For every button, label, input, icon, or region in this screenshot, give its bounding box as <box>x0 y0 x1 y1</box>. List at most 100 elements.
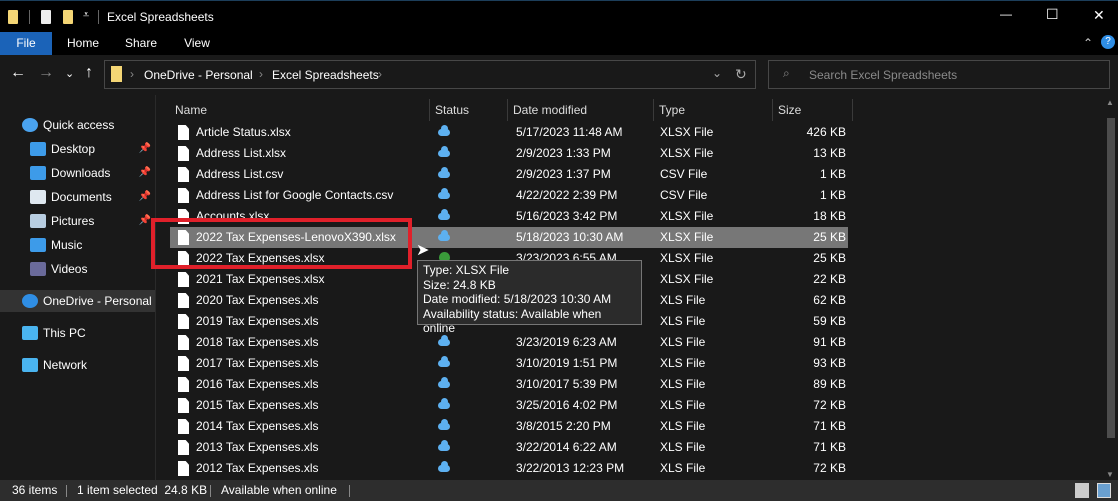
file-name: 2016 Tax Expenses.xls <box>196 377 319 391</box>
cloud-status-icon <box>438 125 450 136</box>
column-header-status[interactable]: Status <box>430 99 508 121</box>
sidebar-item-network[interactable]: Network <box>0 354 155 376</box>
file-row[interactable]: Address List.csv 2/9/2023 1:37 PM CSV Fi… <box>170 164 848 185</box>
sidebar-item-quick-access[interactable]: Quick access <box>0 114 155 136</box>
selection-info: 1 item selected 24.8 KB <box>77 483 208 497</box>
file-row[interactable]: 2012 Tax Expenses.xls 3/22/2013 12:23 PM… <box>170 458 848 479</box>
properties-icon[interactable] <box>41 10 51 24</box>
help-icon[interactable]: ? <box>1101 35 1115 49</box>
file-type: XLSX File <box>660 146 714 160</box>
file-date: 3/10/2019 1:51 PM <box>516 356 618 370</box>
file-size: 59 KB <box>813 314 846 328</box>
details-view-button[interactable] <box>1075 483 1089 498</box>
large-icons-view-button[interactable] <box>1097 483 1111 498</box>
collapse-ribbon-icon[interactable]: ⌃ <box>1083 36 1093 50</box>
pin-icon[interactable]: 📌 <box>139 210 151 232</box>
column-header-name[interactable]: Name <box>170 99 430 121</box>
minimize-button[interactable]: — <box>1000 7 1012 21</box>
download-icon <box>30 166 46 180</box>
pin-icon[interactable]: 📌 <box>139 138 151 160</box>
file-name: 2015 Tax Expenses.xls <box>196 398 319 412</box>
new-folder-icon[interactable] <box>63 10 73 24</box>
file-size: 18 KB <box>813 209 846 223</box>
file-name: 2017 Tax Expenses.xls <box>196 356 319 370</box>
sidebar-item-downloads[interactable]: Downloads 📌 <box>0 162 155 184</box>
file-icon <box>178 293 189 308</box>
file-name: 2021 Tax Expenses.xlsx <box>196 272 325 286</box>
file-type: XLS File <box>660 314 706 328</box>
maximize-button[interactable]: ☐ <box>1046 6 1059 23</box>
column-header-type[interactable]: Type <box>654 99 773 121</box>
tab-file[interactable]: File <box>0 32 52 55</box>
file-row[interactable]: 2013 Tax Expenses.xls 3/22/2014 6:22 AM … <box>170 437 848 458</box>
file-row[interactable]: 2017 Tax Expenses.xls 3/10/2019 1:51 PM … <box>170 353 848 374</box>
file-type: XLS File <box>660 356 706 370</box>
back-button[interactable]: ← <box>10 64 26 82</box>
sidebar-item-videos[interactable]: Videos <box>0 258 155 280</box>
sidebar-item-desktop[interactable]: Desktop 📌 <box>0 138 155 160</box>
sidebar-item-music[interactable]: Music <box>0 234 155 256</box>
file-row[interactable]: 2014 Tax Expenses.xls 3/8/2015 2:20 PM X… <box>170 416 848 437</box>
file-row[interactable]: Address List for Google Contacts.csv 4/2… <box>170 185 848 206</box>
sidebar-item-onedrive-personal[interactable]: OneDrive - Personal <box>0 290 155 312</box>
breadcrumb-onedrive[interactable]: OneDrive - Personal <box>144 68 253 82</box>
column-header-size[interactable]: Size <box>773 99 853 121</box>
availability-status: Available when online <box>221 483 337 497</box>
file-name: 2012 Tax Expenses.xls <box>196 461 319 475</box>
cloud-status-icon <box>438 167 450 178</box>
sidebar-item-this-pc[interactable]: This PC <box>0 322 155 344</box>
file-row[interactable]: 2016 Tax Expenses.xls 3/10/2017 5:39 PM … <box>170 374 848 395</box>
recent-locations-button[interactable]: ⌄ <box>65 67 74 80</box>
file-row[interactable]: Address List.xlsx 2/9/2023 1:33 PM XLSX … <box>170 143 848 164</box>
folder-icon <box>8 10 18 24</box>
file-name: 2020 Tax Expenses.xls <box>196 293 319 307</box>
file-row[interactable]: 2015 Tax Expenses.xls 3/25/2016 4:02 PM … <box>170 395 848 416</box>
file-name: Address List.csv <box>196 167 284 181</box>
column-header-date-modified[interactable]: Date modified <box>508 99 654 121</box>
cloud-status-icon <box>438 440 450 451</box>
sidebar-item-documents[interactable]: Documents 📌 <box>0 186 155 208</box>
cloud-status-icon <box>438 356 450 367</box>
file-icon <box>178 125 189 140</box>
address-bar[interactable]: › OneDrive - Personal › Excel Spreadshee… <box>104 60 756 89</box>
scrollbar-thumb[interactable] <box>1107 118 1115 438</box>
breadcrumb-excel-spreadsheets[interactable]: Excel Spreadsheets <box>272 68 379 82</box>
desktop-icon <box>30 142 46 156</box>
file-icon <box>178 356 189 371</box>
file-size: 91 KB <box>813 335 846 349</box>
scroll-down-icon[interactable]: ▼ <box>1106 470 1114 479</box>
refresh-button[interactable]: ↻ <box>735 66 747 83</box>
tab-home[interactable]: Home <box>60 32 106 55</box>
address-dropdown-icon[interactable]: ⌄ <box>712 66 722 80</box>
sidebar-item-label: This PC <box>43 326 86 340</box>
sidebar-item-pictures[interactable]: Pictures 📌 <box>0 210 155 232</box>
file-row[interactable]: Article Status.xlsx 5/17/2023 11:48 AM X… <box>170 122 848 143</box>
close-button[interactable]: ✕ <box>1093 7 1105 24</box>
tab-share[interactable]: Share <box>118 32 164 55</box>
sidebar-item-label: Pictures <box>51 214 95 228</box>
scroll-up-icon[interactable]: ▲ <box>1106 98 1114 107</box>
file-size: 1 KB <box>819 167 846 181</box>
file-icon <box>178 461 189 476</box>
music-icon <box>30 238 46 252</box>
cloud-status-icon <box>438 419 450 430</box>
file-date: 5/18/2023 10:30 AM <box>516 230 624 244</box>
forward-button[interactable]: → <box>38 64 54 82</box>
file-name: 2014 Tax Expenses.xls <box>196 419 319 433</box>
sidebar-item-label: Downloads <box>51 166 111 180</box>
sidebar-item-label: Network <box>43 358 88 372</box>
item-count: 36 items <box>12 483 58 497</box>
pin-icon[interactable]: 📌 <box>139 162 151 184</box>
tooltip-availability: Availability status: Available when onli… <box>423 306 602 336</box>
pane-divider[interactable] <box>155 95 156 480</box>
pin-icon[interactable]: 📌 <box>139 186 151 208</box>
search-input[interactable]: ⌕ Search Excel Spreadsheets <box>768 60 1110 89</box>
customize-toolbar-icon[interactable]: ⩡ <box>83 9 89 22</box>
file-name: Address List.xlsx <box>196 146 287 160</box>
file-tooltip: Type: XLSX File Size: 24.8 KB Date modif… <box>417 260 642 335</box>
tab-view[interactable]: View <box>174 32 220 55</box>
file-size: 71 KB <box>813 440 846 454</box>
status-bar: 36 items 1 item selected 24.8 KB Availab… <box>0 480 1118 501</box>
up-button[interactable]: ↑ <box>85 64 93 82</box>
ribbon: File Home Share View ⌃ ? <box>0 32 1118 55</box>
